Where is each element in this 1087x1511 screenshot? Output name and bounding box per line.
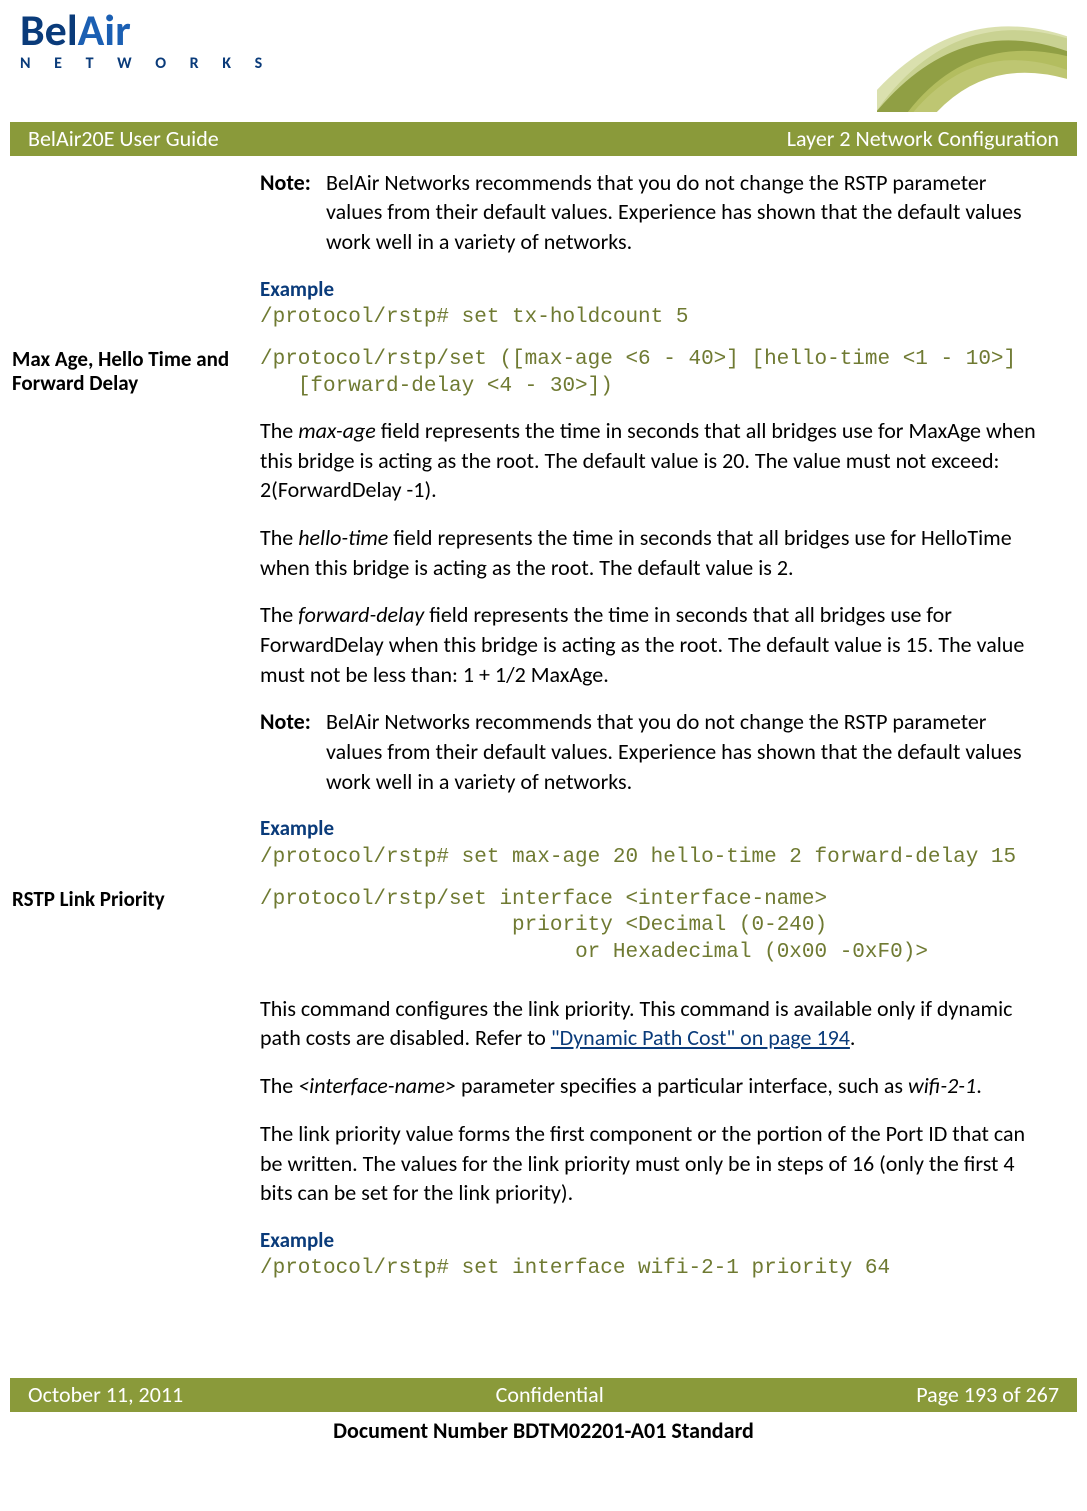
example-heading: Example [260, 814, 1047, 842]
example-code: /protocol/rstp# set interface wifi-2-1 p… [260, 1256, 1047, 1282]
section-heading-max-age: Max Age, Hello Time and Forward Delay [12, 347, 250, 395]
brand-swoosh-icon [877, 12, 1067, 112]
note-text: BelAir Networks recommends that you do n… [326, 707, 1047, 796]
note-block: Note: BelAir Networks recommends that yo… [260, 707, 1047, 796]
guide-title: BelAir20E User Guide [28, 124, 219, 154]
title-bar: BelAir20E User Guide Layer 2 Network Con… [10, 122, 1077, 156]
logo-belair-networks: BelAir N E T W O R K S [20, 12, 272, 75]
note-text: BelAir Networks recommends that you do n… [326, 168, 1047, 257]
paragraph: The max-age field represents the time in… [260, 416, 1047, 505]
cross-reference-link[interactable]: "Dynamic Path Cost" on page 194 [551, 1024, 850, 1051]
syntax-code: /protocol/rstp/set ([max-age <6 - 40>] [… [260, 347, 1047, 400]
syntax-code: /protocol/rstp/set interface <interface-… [260, 887, 1047, 966]
logo-text-networks: N E T W O R K S [20, 53, 272, 75]
paragraph: The hello-time field represents the time… [260, 523, 1047, 582]
paragraph: This command configures the link priorit… [260, 994, 1047, 1053]
logo-text-bel: Bel [20, 3, 78, 57]
note-label: Note: [260, 168, 326, 257]
document-number: Document Number BDTM02201-A01 Standard [10, 1412, 1077, 1446]
paragraph: The forward-delay field represents the t… [260, 600, 1047, 689]
example-code: /protocol/rstp# set max-age 20 hello-tim… [260, 845, 1047, 871]
page-header: BelAir N E T W O R K S [10, 12, 1077, 122]
paragraph: The <interface-name> parameter specifies… [260, 1071, 1047, 1101]
logo-text-air: Air [78, 3, 131, 57]
note-block: Note: BelAir Networks recommends that yo… [260, 168, 1047, 257]
chapter-title: Layer 2 Network Configuration [787, 124, 1059, 154]
footer-page: Page 193 of 267 [916, 1380, 1059, 1410]
footer-bar: October 11, 2011 Confidential Page 193 o… [10, 1378, 1077, 1412]
section-heading-rstp-link-priority: RSTP Link Priority [12, 887, 250, 911]
footer-confidential: Confidential [496, 1380, 604, 1410]
example-heading: Example [260, 275, 1047, 303]
example-heading: Example [260, 1226, 1047, 1254]
footer-date: October 11, 2011 [28, 1380, 183, 1410]
example-code: /protocol/rstp# set tx-holdcount 5 [260, 305, 1047, 331]
note-label: Note: [260, 707, 326, 796]
paragraph: The link priority value forms the first … [260, 1119, 1047, 1208]
